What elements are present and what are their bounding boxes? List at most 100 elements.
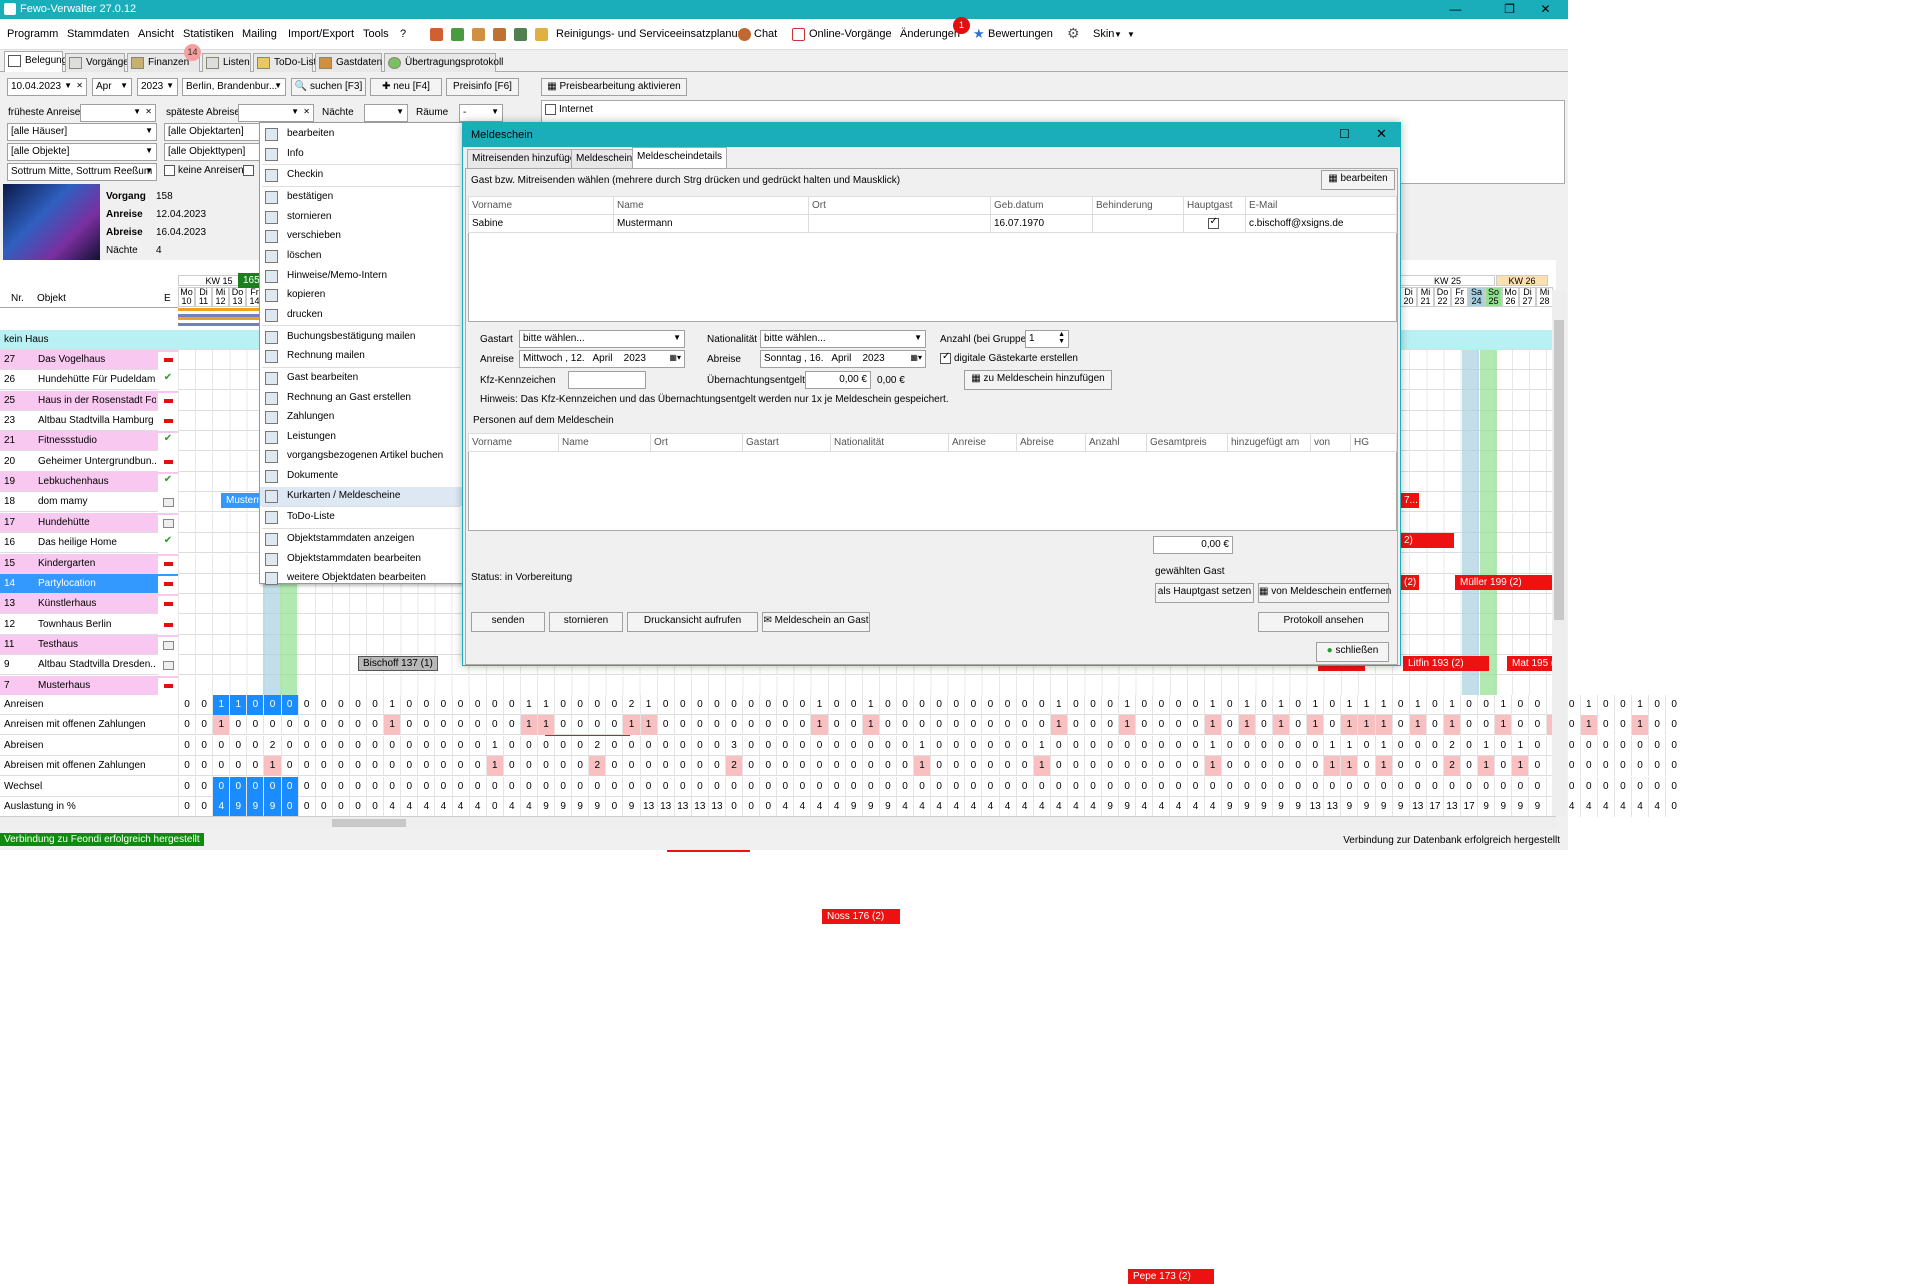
context-item[interactable]: bearbeiten (260, 125, 462, 144)
object-row[interactable]: 13 Künstlerhaus (0, 594, 1552, 615)
object-row[interactable]: 12 Townhaus Berlin (0, 614, 1552, 635)
date-field[interactable]: 10.04.2023 ▼ ✕ (7, 78, 87, 96)
context-item[interactable]: drucken (260, 306, 462, 325)
guest-row[interactable]: Sabine Mustermann 16.07.1970 c.bischoff@… (468, 214, 1397, 233)
booking-bar[interactable]: 2) (1399, 533, 1454, 548)
guest-geb[interactable]: 16.07.1970 (990, 214, 1093, 233)
dialog-tab-mitreisende[interactable]: Mitreisenden hinzufügen (467, 149, 586, 168)
kfz-input[interactable] (568, 371, 646, 389)
booking-bar[interactable]: (2) (1399, 575, 1419, 590)
latest-departure-field[interactable]: ▼ ✕ (238, 104, 314, 122)
h-scroll-thumb[interactable] (332, 819, 406, 827)
booking-bar[interactable]: Pepe 173 (2) (1128, 1269, 1214, 1284)
gear-icon[interactable]: ⚙ (1067, 25, 1080, 42)
online-processes-menu[interactable]: Online-Vorgänge (809, 28, 892, 40)
calendar-icon[interactable]: ▦▾ (669, 353, 681, 362)
booking-bar[interactable]: 165 (238, 273, 260, 288)
object-row[interactable]: 16 Das heilige Home ✔ (0, 533, 1552, 554)
anreise-date[interactable]: Mittwoch , 12. April 2023 ▦▾ (519, 350, 685, 368)
context-item[interactable]: weitere Objektdaten bearbeiten (260, 569, 462, 588)
person-icon[interactable] (430, 28, 443, 41)
uebern-input[interactable]: 0,00 € (805, 371, 871, 389)
menu-programm[interactable]: Programm (7, 28, 58, 40)
object-row[interactable]: 21 Fitnessstudio ✔ (0, 431, 1552, 452)
gastart-select[interactable]: bitte wählen... ▼ (519, 330, 685, 348)
send-button[interactable]: senden (471, 612, 545, 632)
user-alt-icon[interactable] (493, 28, 506, 41)
context-item[interactable]: Hinweise/Memo-Intern (260, 267, 462, 286)
menu-ansicht[interactable]: Ansicht (138, 28, 174, 40)
object-row[interactable]: 15 Kindergarten (0, 553, 1552, 574)
close-button[interactable]: ✕ (1523, 0, 1568, 19)
context-item[interactable]: verschieben (260, 227, 462, 246)
object-row[interactable]: 20 Geheimer Untergrundbun... (0, 451, 1552, 472)
edit-guest-button[interactable]: ▦ bearbeiten (1321, 170, 1395, 190)
mail-meldeschein-button[interactable]: ✉ Meldeschein an Gast (762, 612, 870, 632)
v-scroll-thumb[interactable] (1554, 320, 1564, 620)
guest-beh[interactable] (1092, 214, 1184, 233)
object-row[interactable]: 27 Das Vogelhaus (0, 350, 1552, 370)
booking-bar[interactable]: Bischoff 137 (1) (358, 656, 438, 671)
object-row[interactable]: 26 Hundehütte Für Pudeldam... ✔ (0, 370, 1552, 391)
booking-bar[interactable]: Noss 176 (2) (822, 909, 900, 924)
context-item[interactable]: Rechnung mailen (260, 347, 462, 366)
context-item[interactable]: Kurkarten / Meldescheine (260, 486, 462, 506)
object-row[interactable]: 25 Haus in der Rosenstadt Fo... (0, 390, 1552, 411)
user-icon[interactable] (472, 28, 485, 41)
no-arrivals-checkbox[interactable]: keine Anreisen (164, 165, 244, 176)
search-button[interactable]: 🔍 suchen [F3] (291, 78, 366, 96)
guest-hauptgast[interactable] (1183, 214, 1246, 233)
print-preview-button[interactable]: Druckansicht aufrufen (627, 612, 758, 632)
user-group-icon[interactable] (514, 28, 527, 41)
anzahl-spinner[interactable]: 1 ▲ ▼ (1025, 330, 1069, 348)
cleaning-planning-menu[interactable]: Reinigungs- und Serviceeinsatzplanung (556, 28, 750, 40)
menu-mailing[interactable]: Mailing (242, 28, 277, 40)
year-select[interactable]: 2023 ▼ (137, 78, 178, 96)
protocol-button[interactable]: Protokoll ansehen (1258, 612, 1389, 632)
hauptgast-checkbox[interactable] (1207, 216, 1219, 229)
context-item[interactable]: Objektstammdaten anzeigen (260, 530, 462, 549)
new-button[interactable]: ✚ neu [F4] (370, 78, 442, 96)
remove-from-meldeschein-button[interactable]: ▦ von Meldeschein entfernen (1258, 583, 1391, 603)
object-row[interactable]: 23 Altbau Stadtvilla Hamburg (0, 411, 1552, 432)
context-item[interactable]: kopieren (260, 286, 462, 305)
objtypes2-select[interactable]: [alle Objekttypen] (164, 143, 260, 161)
context-item[interactable]: Gast bearbeiten (260, 369, 462, 388)
dialog-tab-details[interactable]: Meldescheindetails (632, 147, 728, 168)
minimize-button[interactable]: — (1433, 0, 1478, 19)
context-item[interactable]: Objektstammdaten bearbeiten (260, 550, 462, 569)
extra-checkbox[interactable] (243, 165, 257, 176)
object-row[interactable]: 11 Testhaus (0, 634, 1552, 655)
home-icon[interactable] (451, 28, 464, 41)
skin-dropdown-icon[interactable]: ▼ (1114, 30, 1122, 39)
dialog-maximize-icon[interactable]: ☐ (1339, 127, 1350, 141)
object-row[interactable]: 19 Lebkuchenhaus ✔ (0, 472, 1552, 493)
context-item[interactable]: stornieren (260, 208, 462, 227)
menu-statistiken[interactable]: Statistiken (183, 28, 234, 40)
tab-protocol[interactable]: Übertragungsprotokoll (384, 53, 503, 72)
month-select[interactable]: Apr ▼ (92, 78, 132, 96)
context-item[interactable]: Checkin (260, 166, 462, 185)
booking-bar[interactable]: Müller 199 (2) (1455, 575, 1553, 590)
context-item[interactable]: Buchungsbestätigung mailen (260, 328, 462, 347)
menu-tools[interactable]: Tools (363, 28, 389, 40)
chat-menu[interactable]: Chat (754, 28, 777, 40)
booking-bar[interactable]: 7... (1399, 493, 1419, 508)
tab-belegung[interactable]: Belegung (4, 51, 67, 73)
tab-vorgaenge[interactable]: Vorgänge (65, 53, 129, 72)
guest-name[interactable]: Mustermann (613, 214, 809, 233)
price-editing-button[interactable]: ▦ Preisbearbeitung aktivieren (541, 78, 687, 96)
guest-ort[interactable] (808, 214, 991, 233)
object-row[interactable]: 7 Musterhaus (0, 675, 1552, 696)
extra-dropdown-icon[interactable]: ▼ (1127, 30, 1135, 39)
booking-bar[interactable]: Litfin 193 (2) (1403, 656, 1489, 671)
internet-checkbox[interactable]: Internet (545, 104, 593, 115)
no-arrivals-box[interactable] (164, 165, 175, 176)
nat-select[interactable]: bitte wählen... ▼ (760, 330, 926, 348)
context-item[interactable]: Info (260, 145, 462, 164)
object-row[interactable]: 17 Hundehütte (0, 512, 1552, 533)
context-item[interactable]: Rechnung an Gast erstellen (260, 389, 462, 408)
changes-menu[interactable]: Änderungen (900, 28, 960, 40)
priceinfo-button[interactable]: Preisinfo [F6] (446, 78, 519, 96)
guest-email[interactable]: c.bischoff@xsigns.de (1245, 214, 1397, 233)
